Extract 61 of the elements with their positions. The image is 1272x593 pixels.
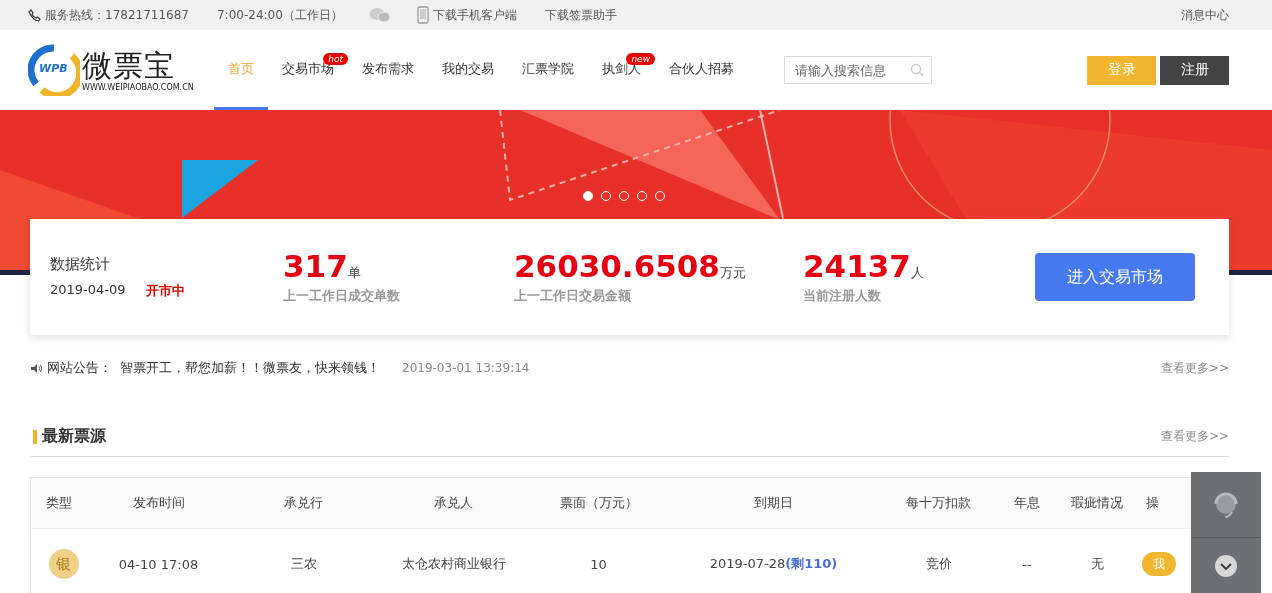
nav-item[interactable]: 发布需求 bbox=[348, 30, 428, 110]
market-status: 开市中 bbox=[145, 281, 185, 300]
section-marker bbox=[33, 429, 37, 444]
nav-item[interactable]: 我的交易 bbox=[428, 30, 508, 110]
more-link[interactable]: 查看更多>> bbox=[1160, 428, 1229, 445]
column-header: 瑕疵情况 bbox=[1070, 494, 1124, 512]
type-badge: 银 bbox=[48, 549, 79, 579]
phone-icon bbox=[28, 8, 41, 22]
logo-icon bbox=[28, 44, 80, 96]
stat-unit: 单 bbox=[347, 265, 361, 282]
table-cell-text: 04-10 17:08 bbox=[117, 556, 200, 572]
stat-unit: 人 bbox=[910, 265, 924, 282]
stat-label: 上一工作日交易金额 bbox=[514, 287, 632, 305]
logo-url: WWW.WEIPIAOBAO.COM.CN bbox=[82, 82, 194, 92]
table-cell-text: 太仓农村商业银行 bbox=[400, 555, 507, 573]
scroll-down-icon[interactable] bbox=[1214, 553, 1238, 578]
column-header: 到期日 bbox=[753, 494, 794, 512]
stat-label: 当前注册人数 bbox=[803, 287, 882, 305]
table-cell-text: 竞价 bbox=[924, 555, 953, 573]
column-header: 发布时间 bbox=[131, 494, 186, 512]
nav-item[interactable]: 汇票学院 bbox=[508, 30, 588, 110]
stat-value: 26030.6508 bbox=[514, 249, 720, 283]
logo-mark: WPB bbox=[39, 62, 68, 75]
column-header: 票面（万元） bbox=[558, 494, 639, 512]
column-header: 承兑人 bbox=[433, 494, 474, 512]
register-button[interactable]: 注册 bbox=[1160, 55, 1229, 85]
days-remaining: (剩110) bbox=[785, 556, 838, 571]
search-field[interactable]: 请输入搜索信息 bbox=[784, 56, 932, 84]
column-header: 类型 bbox=[44, 494, 73, 512]
table-cell-text: 三农 bbox=[289, 555, 318, 573]
stat-label: 上一工作日成交单数 bbox=[283, 287, 401, 305]
column-header: 操 bbox=[1145, 494, 1160, 512]
column-header: 年息 bbox=[1013, 494, 1041, 512]
stat-unit: 万元 bbox=[719, 265, 746, 282]
section-title: 最新票源 bbox=[42, 426, 106, 447]
stat-value: 24137 bbox=[803, 249, 911, 283]
stats-date: 2019-04-09 bbox=[50, 281, 126, 299]
notice-label: 网站公告： bbox=[47, 359, 112, 377]
download-helper-link[interactable]: 下载签票助手 bbox=[544, 6, 617, 24]
notice-time: 2019-03-01 13:39:14 bbox=[402, 361, 530, 375]
hotline-text: 服务热线：17821711687 bbox=[45, 6, 189, 24]
nav-item[interactable]: 合伙人招募 bbox=[655, 30, 748, 110]
phone-device-icon bbox=[416, 6, 429, 24]
carousel-dot[interactable] bbox=[583, 191, 593, 201]
due-date: 2019-07-28 bbox=[709, 556, 786, 571]
speaker-icon bbox=[30, 362, 43, 374]
stats-title: 数据统计 bbox=[50, 254, 111, 274]
enter-market-button[interactable]: 进入交易市场 bbox=[1035, 253, 1195, 301]
column-header: 承兑行 bbox=[283, 494, 324, 512]
table-cell-text: -- bbox=[1021, 556, 1033, 572]
column-header: 每十万扣款 bbox=[905, 494, 972, 512]
nav-badge: new bbox=[626, 53, 655, 65]
notice-link[interactable]: 智票开工，帮您加薪！！微票友，快来领钱！ bbox=[120, 359, 380, 377]
message-center-link[interactable]: 消息中心 bbox=[1181, 6, 1229, 24]
service-hours: 7:00-24:00（工作日） bbox=[217, 6, 343, 24]
table-cell-text: 无 bbox=[1089, 555, 1105, 573]
stat-value: 317 bbox=[283, 249, 348, 283]
logo-name: 微票宝 bbox=[82, 48, 176, 83]
more-link[interactable]: 查看更多>> bbox=[1160, 359, 1229, 377]
download-app-link[interactable]: 下载手机客户端 bbox=[432, 6, 517, 24]
table-cell-text: 10 bbox=[589, 556, 608, 572]
